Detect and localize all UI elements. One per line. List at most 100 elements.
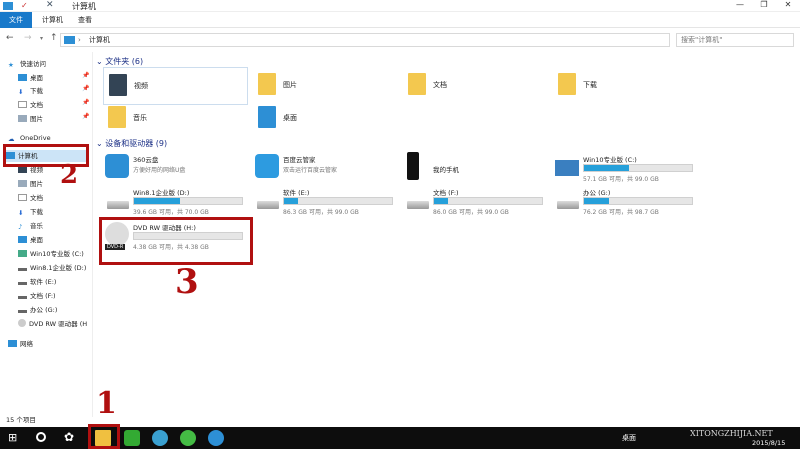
document-icon: [18, 194, 27, 201]
hard-drive-icon: [407, 201, 429, 209]
downloads-folder-icon: [558, 73, 576, 95]
document-icon: [18, 101, 27, 108]
folder-downloads[interactable]: 下载: [553, 67, 698, 105]
drive-icon: [18, 306, 27, 313]
window-title: 计算机: [72, 2, 96, 11]
drive-usage-bar: [583, 164, 693, 172]
folder-documents[interactable]: 文档: [403, 67, 548, 105]
nav-onedrive[interactable]: ☁ OneDrive: [8, 132, 51, 144]
app-icon[interactable]: [124, 430, 140, 446]
nav-desktop-2[interactable]: 桌面: [18, 234, 43, 246]
app-360-cloud[interactable]: 360云盘 方便好用的网络U盘: [103, 152, 253, 188]
nav-pictures-2[interactable]: 图片: [18, 178, 43, 190]
pictures-icon: [18, 180, 27, 187]
pin-icon[interactable]: 📌: [82, 85, 89, 92]
maximize-button[interactable]: ❐: [752, 0, 776, 12]
folder-music[interactable]: 音乐: [103, 100, 248, 138]
address-path: 计算机: [89, 36, 110, 44]
drive-icon: [18, 278, 27, 285]
devices-header[interactable]: ⌄ 设备和驱动器 (9): [96, 138, 167, 149]
nav-desktop[interactable]: 桌面: [18, 72, 43, 84]
nav-downloads[interactable]: ⬇ 下载: [18, 85, 43, 97]
tab-computer[interactable]: 计算机: [34, 12, 71, 28]
search-button[interactable]: [36, 432, 46, 442]
minimize-button[interactable]: —: [728, 0, 752, 12]
nav-drive-c[interactable]: Win10专业版 (C:): [18, 248, 84, 260]
drive-tile[interactable]: Win10专业版 (C:) 57.1 GB 可用，共 99.0 GB: [553, 152, 703, 188]
drive-usage-fill: [134, 198, 181, 204]
nav-drive-e[interactable]: 软件 (E:): [18, 276, 56, 288]
hard-drive-icon: [107, 201, 129, 209]
nav-drive-d[interactable]: Win8.1企业版 (D:): [18, 262, 86, 274]
drive-tile[interactable]: 软件 (E:) 86.3 GB 可用，共 99.0 GB: [253, 185, 403, 221]
app-baidu-cloud[interactable]: 百度云管家 双击运行百度云管家: [253, 152, 403, 188]
drive-tile[interactable]: 办公 (G:) 76.2 GB 可用，共 98.7 GB: [553, 185, 703, 221]
phone-icon: [407, 152, 419, 180]
drive-icon: [18, 264, 27, 271]
app-icon[interactable]: [180, 430, 196, 446]
device-my-phone[interactable]: 我的手机: [403, 152, 553, 188]
status-item-count: 15 个项目: [6, 416, 36, 424]
desktop-toolbar[interactable]: 桌面: [622, 433, 636, 443]
nav-pictures[interactable]: 图片: [18, 113, 43, 125]
search-input[interactable]: 搜索"计算机": [676, 33, 794, 47]
drive-usage-bar: [283, 197, 393, 205]
annotation-1: 1: [96, 386, 117, 421]
annotation-3: 3: [175, 262, 199, 302]
nav-downloads-2[interactable]: ⬇ 下载: [18, 206, 43, 218]
nav-documents[interactable]: 文档: [18, 99, 43, 111]
drive-tile[interactable]: 文档 (F:) 86.0 GB 可用，共 99.0 GB: [403, 185, 553, 221]
baidu-cloud-icon: [255, 154, 279, 178]
recent-dropdown[interactable]: ▾: [40, 35, 43, 42]
pictures-icon: [18, 115, 27, 122]
task-view-icon[interactable]: ✿: [64, 430, 74, 444]
nav-drive-h[interactable]: DVD RW 驱动器 (H: [18, 318, 93, 330]
close-button[interactable]: ✕: [776, 0, 800, 12]
drive-name: Win10专业版 (C:): [583, 156, 637, 164]
navigation-pane: ★ 快速访问 桌面 ⬇ 下载 文档 图片 📌 📌 📌 📌 ☁ OneDrive 计算机…: [0, 52, 93, 417]
pin-icon[interactable]: 📌: [82, 113, 89, 120]
nav-drive-f[interactable]: 文档 (F:): [18, 290, 56, 302]
watermark: XITONGZHIJIA.NET: [690, 429, 773, 438]
folders-header[interactable]: ⌄ 文件夹 (6): [96, 56, 143, 67]
desktop-folder-icon: [258, 106, 276, 128]
computer-icon: [3, 2, 13, 10]
drive-tile[interactable]: Win8.1企业版 (D:) 39.6 GB 可用，共 70.0 GB: [103, 185, 253, 221]
drive-usage-bar: [583, 197, 693, 205]
forward-button[interactable]: →: [24, 33, 32, 43]
app-icon[interactable]: [152, 430, 168, 446]
delete-icon[interactable]: ✕: [46, 0, 54, 10]
drive-usage-fill: [434, 198, 449, 204]
clock-date[interactable]: 2015/8/15: [752, 439, 785, 447]
up-button[interactable]: ↑: [50, 33, 58, 43]
pin-icon[interactable]: 📌: [82, 72, 89, 79]
nav-documents-2[interactable]: 文档: [18, 192, 43, 204]
download-icon: ⬇: [18, 88, 24, 96]
drive-capacity: 76.2 GB 可用，共 98.7 GB: [583, 209, 659, 216]
cloud-icon: ☁: [8, 135, 15, 143]
back-button[interactable]: ←: [6, 33, 14, 43]
pin-icon[interactable]: 📌: [82, 99, 89, 106]
annotation-box-dvd: [99, 217, 253, 265]
music-icon: ♪: [18, 223, 23, 231]
folder-desktop[interactable]: 桌面: [253, 100, 398, 138]
app-icon[interactable]: [208, 430, 224, 446]
drive-capacity: 39.6 GB 可用，共 70.0 GB: [133, 209, 209, 216]
tab-file[interactable]: 文件: [0, 12, 32, 28]
nav-drive-g[interactable]: 办公 (G:): [18, 304, 57, 316]
tab-view[interactable]: 查看: [70, 12, 100, 28]
download-icon: ⬇: [18, 209, 24, 217]
drive-capacity: 57.1 GB 可用，共 99.0 GB: [583, 176, 659, 183]
drive-usage-bar: [133, 197, 243, 205]
nav-network[interactable]: 网络: [8, 338, 33, 350]
nav-music[interactable]: ♪ 音乐: [18, 220, 43, 232]
properties-icon[interactable]: ✓: [21, 1, 28, 10]
drive-icon: [18, 292, 27, 299]
nav-quick-access[interactable]: ★ 快速访问: [8, 58, 46, 70]
taskbar: ⊞ ✿ 桌面 XITONGZHIJIA.NET 2015/8/15: [0, 427, 800, 449]
address-bar[interactable]: › 计算机: [60, 33, 670, 47]
documents-folder-icon: [408, 73, 426, 95]
drive-usage-fill: [584, 165, 630, 171]
start-button[interactable]: ⊞: [8, 431, 17, 444]
pictures-folder-icon: [258, 73, 276, 95]
